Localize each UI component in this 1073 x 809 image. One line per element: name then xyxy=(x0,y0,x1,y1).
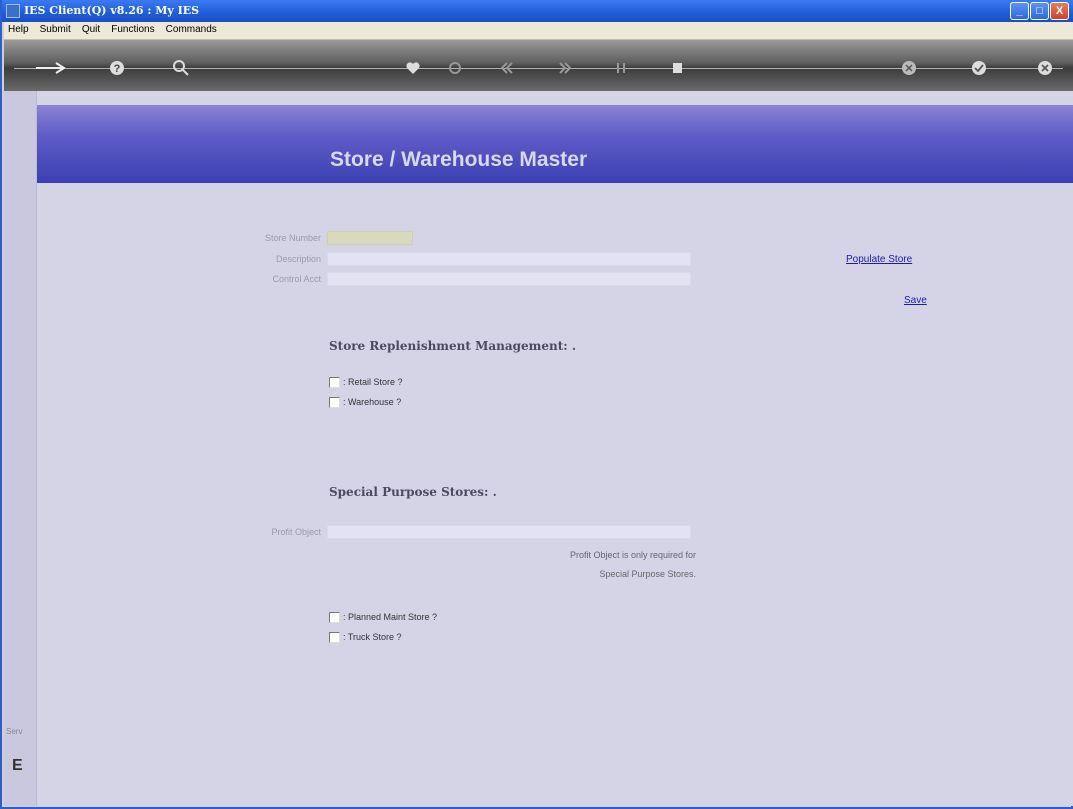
profit-note-line1: Profit Object is only required for xyxy=(569,550,696,560)
rewind-icon[interactable] xyxy=(498,59,516,77)
truck-store-label: : Truck Store ? xyxy=(343,632,402,642)
warehouse-label: : Warehouse ? xyxy=(343,397,402,407)
store-number-label: Store Number xyxy=(264,233,321,243)
menu-functions[interactable]: Functions xyxy=(107,22,158,37)
save-link[interactable]: Save xyxy=(904,295,927,306)
cancel-icon[interactable] xyxy=(900,59,918,77)
menu-quit[interactable]: Quit xyxy=(78,22,104,37)
maximize-button[interactable]: □ xyxy=(1030,2,1049,20)
arrow-icon[interactable] xyxy=(34,59,70,77)
app-icon xyxy=(6,4,20,18)
close-icon[interactable] xyxy=(1036,59,1054,77)
pause-icon[interactable] xyxy=(612,59,630,77)
minimize-button[interactable]: _ xyxy=(1010,2,1029,20)
check-icon[interactable] xyxy=(970,59,988,77)
application-window: IES Client(Q) v8.26 : My IES _ □ X Help … xyxy=(0,0,1073,809)
description-label: Description xyxy=(275,254,321,264)
menu-submit[interactable]: Submit xyxy=(36,22,75,37)
sidebar-big-label[interactable]: E xyxy=(12,757,23,775)
store-number-field[interactable] xyxy=(327,231,413,245)
stop-icon[interactable] xyxy=(668,59,686,77)
planned-maint-store-label: : Planned Maint Store ? xyxy=(343,612,438,622)
page-title: Store / Warehouse Master xyxy=(330,148,588,171)
forward-icon[interactable] xyxy=(556,59,574,77)
left-sidebar: Serv E xyxy=(4,91,37,806)
replenishment-heading: Store Replenishment Management: . xyxy=(329,339,577,353)
warehouse-checkbox[interactable] xyxy=(329,397,340,408)
menu-help[interactable]: Help xyxy=(4,22,33,37)
search-icon[interactable] xyxy=(172,59,190,77)
heart-icon[interactable] xyxy=(404,59,422,77)
description-field[interactable] xyxy=(327,252,691,266)
refresh-icon[interactable] xyxy=(446,59,464,77)
profit-object-field[interactable] xyxy=(327,525,691,539)
page-header: Store / Warehouse Master xyxy=(37,105,1073,183)
truck-store-checkbox[interactable] xyxy=(329,632,340,643)
planned-maint-store-checkbox[interactable] xyxy=(329,612,340,623)
menu-commands[interactable]: Commands xyxy=(162,22,221,37)
close-button[interactable]: X xyxy=(1050,2,1069,20)
control-acct-label: Control Acct xyxy=(272,274,321,284)
sidebar-tiny-label: Serv xyxy=(6,727,23,736)
profit-object-label: Profit Object xyxy=(271,527,321,537)
special-purpose-heading: Special Purpose Stores: . xyxy=(329,485,497,499)
main-area: Serv E Store / Warehouse Master Store Nu… xyxy=(4,91,1073,806)
retail-store-label: : Retail Store ? xyxy=(343,377,403,387)
profit-note-line2: Special Purpose Stores. xyxy=(599,569,696,579)
window-title: IES Client(Q) v8.26 : My IES xyxy=(24,4,200,17)
control-acct-field[interactable] xyxy=(327,272,691,286)
help-icon[interactable]: ? xyxy=(108,59,126,77)
toolbar: ? xyxy=(4,40,1073,91)
title-bar: IES Client(Q) v8.26 : My IES _ □ X xyxy=(2,0,1073,22)
retail-store-checkbox[interactable] xyxy=(329,377,340,388)
menu-bar: Help Submit Quit Functions Commands xyxy=(4,22,1073,40)
svg-text:?: ? xyxy=(114,63,121,75)
populate-store-link[interactable]: Populate Store xyxy=(846,254,912,265)
